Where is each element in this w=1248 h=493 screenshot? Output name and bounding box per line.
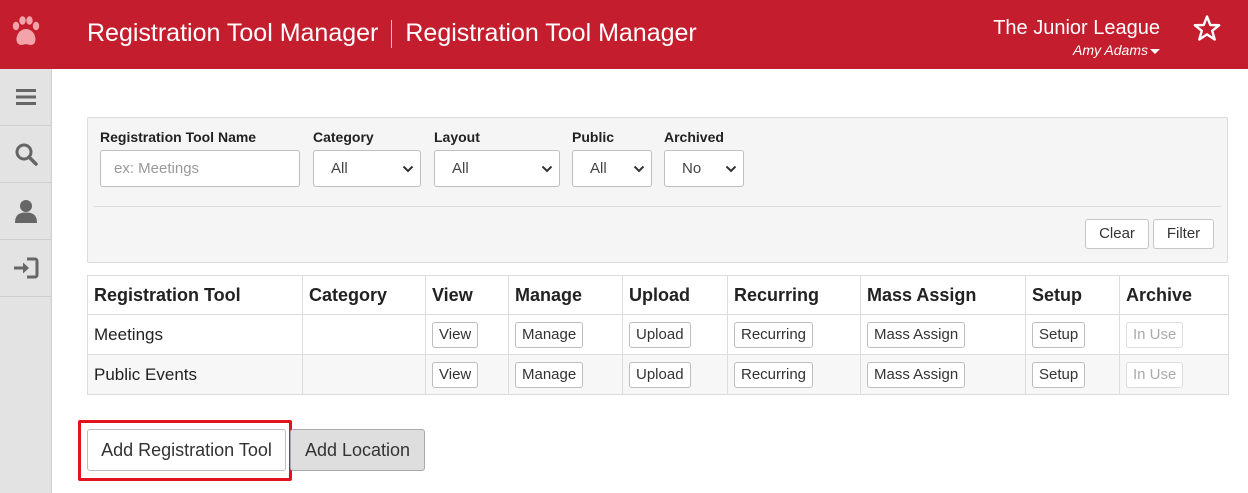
category-select[interactable]: All xyxy=(313,150,421,187)
view-cell: View xyxy=(425,314,509,355)
recurring-button[interactable]: Recurring xyxy=(734,321,814,348)
archive-button-disabled: In Use xyxy=(1126,361,1184,388)
category-cell xyxy=(302,354,426,395)
setup-cell: Setup xyxy=(1025,314,1120,355)
column-header-archive: Archive xyxy=(1119,275,1229,315)
menu-icon xyxy=(15,89,36,105)
filter-panel: Registration Tool Name Category All Layo… xyxy=(87,117,1228,263)
public-select[interactable]: All xyxy=(572,150,652,187)
archived-select-value: No xyxy=(682,160,702,177)
add-location-button[interactable]: Add Location xyxy=(290,429,425,471)
upload-button[interactable]: Upload xyxy=(629,321,691,348)
chevron-down-icon xyxy=(633,165,645,173)
upload-cell: Upload xyxy=(622,314,728,355)
recurring-cell: Recurring xyxy=(727,354,861,395)
clear-button[interactable]: Clear xyxy=(1085,219,1149,249)
manage-cell: Manage xyxy=(508,314,623,355)
sidebar-item-menu[interactable] xyxy=(0,69,51,126)
column-header-mass-assign: Mass Assign xyxy=(860,275,1026,315)
sidebar-item-logout[interactable] xyxy=(0,240,51,297)
sidebar-item-profile[interactable] xyxy=(0,183,51,240)
mass-assign-cell: Mass Assign xyxy=(860,314,1026,355)
archive-button-disabled: In Use xyxy=(1126,321,1184,348)
user-icon xyxy=(14,200,37,223)
chevron-down-icon xyxy=(541,165,553,173)
top-bar: Registration Tool Manager Registration T… xyxy=(0,0,1248,69)
star-outline-icon[interactable] xyxy=(1192,14,1222,44)
archive-cell: In Use xyxy=(1119,354,1229,395)
column-header-view: View xyxy=(425,275,509,315)
add-registration-tool-button[interactable]: Add Registration Tool xyxy=(87,429,286,471)
sidebar-item-search[interactable] xyxy=(0,126,51,183)
user-name: Amy Adams xyxy=(1073,42,1148,58)
name-filter-input[interactable] xyxy=(100,150,300,187)
manage-button[interactable]: Manage xyxy=(515,321,584,348)
mass-assign-button[interactable]: Mass Assign xyxy=(867,361,966,388)
layout-select[interactable]: All xyxy=(434,150,560,187)
mass-assign-button[interactable]: Mass Assign xyxy=(867,321,966,348)
public-filter-label: Public xyxy=(572,129,615,145)
name-filter-label: Registration Tool Name xyxy=(100,129,257,145)
tool-name-cell: Meetings xyxy=(87,314,303,355)
column-header-category: Category xyxy=(302,275,426,315)
section-title: Registration Tool Manager xyxy=(405,19,697,47)
setup-button[interactable]: Setup xyxy=(1032,321,1086,348)
caret-down-icon xyxy=(1150,48,1160,54)
filter-button[interactable]: Filter xyxy=(1153,219,1214,249)
category-filter-label: Category xyxy=(313,129,374,145)
layout-filter-label: Layout xyxy=(434,129,480,145)
column-header-setup: Setup xyxy=(1025,275,1120,315)
chevron-down-icon xyxy=(725,165,737,173)
account-menu[interactable]: The Junior League Amy Adams xyxy=(993,16,1160,59)
upload-cell: Upload xyxy=(622,354,728,395)
title-divider xyxy=(391,19,393,48)
column-header-upload: Upload xyxy=(622,275,728,315)
user-menu[interactable]: Amy Adams xyxy=(993,41,1160,59)
column-header-manage: Manage xyxy=(508,275,623,315)
tool-name-cell: Public Events xyxy=(87,354,303,395)
archive-cell: In Use xyxy=(1119,314,1229,355)
search-icon xyxy=(15,143,38,166)
category-select-value: All xyxy=(331,160,348,177)
layout-select-value: All xyxy=(452,160,469,177)
paw-icon[interactable] xyxy=(8,14,44,54)
sidebar xyxy=(0,69,52,493)
mass-assign-cell: Mass Assign xyxy=(860,354,1026,395)
page-title: Registration Tool Manager Registration T… xyxy=(87,19,697,48)
upload-button[interactable]: Upload xyxy=(629,361,691,388)
organization-name: The Junior League xyxy=(993,17,1160,39)
app-title: Registration Tool Manager xyxy=(87,19,379,47)
archived-select[interactable]: No xyxy=(664,150,744,187)
chevron-down-icon xyxy=(402,165,414,173)
view-button[interactable]: View xyxy=(432,321,479,348)
table-header-row: Registration Tool Category View Manage U… xyxy=(87,275,1229,315)
view-button[interactable]: View xyxy=(432,361,479,388)
logout-icon xyxy=(13,257,38,279)
view-cell: View xyxy=(425,354,509,395)
table-row: Public Events View Manage Upload Recurri… xyxy=(87,354,1229,395)
column-header-recurring: Recurring xyxy=(727,275,861,315)
archived-filter-label: Archived xyxy=(664,129,724,145)
public-select-value: All xyxy=(590,160,607,177)
setup-button[interactable]: Setup xyxy=(1032,361,1086,388)
filter-divider xyxy=(94,206,1221,207)
column-header-registration-tool: Registration Tool xyxy=(87,275,303,315)
manage-button[interactable]: Manage xyxy=(515,361,584,388)
category-cell xyxy=(302,314,426,355)
recurring-cell: Recurring xyxy=(727,314,861,355)
manage-cell: Manage xyxy=(508,354,623,395)
setup-cell: Setup xyxy=(1025,354,1120,395)
recurring-button[interactable]: Recurring xyxy=(734,361,814,388)
registration-tools-table: Registration Tool Category View Manage U… xyxy=(87,275,1229,395)
table-row: Meetings View Manage Upload Recurring Ma… xyxy=(87,314,1229,355)
